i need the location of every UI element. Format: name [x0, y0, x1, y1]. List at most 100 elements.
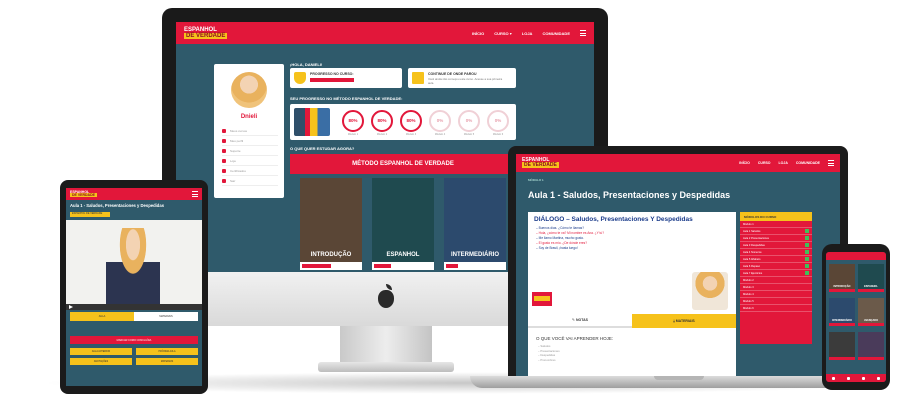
imac-stand: [340, 326, 432, 366]
phone-course-card[interactable]: INTRODUÇÃO: [829, 264, 855, 292]
courses-icon[interactable]: [847, 376, 850, 380]
check-icon: [805, 229, 809, 233]
phone-bottom-nav: [826, 374, 886, 382]
menu-icon[interactable]: [192, 191, 198, 197]
module-row[interactable]: Aula 3 Despedidas: [740, 242, 812, 249]
notes-button[interactable]: ANOTAÇÕES: [70, 358, 132, 365]
certificate-icon: [222, 168, 226, 173]
module-row[interactable]: Aula 1 Saludos: [740, 228, 812, 235]
profile-icon[interactable]: [877, 376, 880, 380]
profile-menu-item[interactable]: Meu perfil: [222, 136, 278, 146]
nav-comunidade[interactable]: COMUNIDADE: [542, 31, 570, 36]
menu-icon[interactable]: [580, 30, 586, 36]
module-row[interactable]: Módulo 6: [740, 305, 812, 312]
tab-materials[interactable]: MATERIAIS: [134, 312, 198, 321]
module-row-label: Módulo 2: [743, 278, 754, 282]
nav-loja[interactable]: LOJA: [779, 161, 788, 165]
module-row[interactable]: Módulo 4: [740, 291, 812, 298]
nav-curso[interactable]: CURSO ▾: [494, 31, 512, 36]
video-player[interactable]: DIÁLOGO – Saludos, Presentaciones Y Desp…: [528, 212, 736, 314]
course-card-title: ESPANHOL: [386, 252, 420, 258]
phone-course-card[interactable]: INTERMEDIÁRIO: [829, 298, 855, 326]
level-percent: 80%: [348, 118, 358, 123]
module-row[interactable]: Módulo 2: [740, 277, 812, 284]
check-icon: [805, 243, 809, 247]
level-label: Módulo 5: [463, 133, 475, 136]
module-row-label: Módulo 6: [743, 306, 754, 310]
video-controls[interactable]: [66, 304, 202, 310]
course-progress-box[interactable]: PROGRESSO NO CURSO:: [290, 68, 402, 88]
module-row-label: Módulo 1: [743, 222, 754, 226]
nav-inicio[interactable]: INÍCIO: [472, 31, 484, 36]
course-card-progress-fill: [446, 264, 458, 268]
phone-header: [826, 252, 886, 260]
course-card[interactable]: ESPANHOL: [372, 178, 434, 270]
module-row[interactable]: Módulo 3: [740, 284, 812, 291]
avatar[interactable]: [231, 72, 267, 108]
profile-menu-item[interactable]: Certificados: [222, 166, 278, 176]
dialog-lines: – Buenos días. ¿Cómo te llamas? – Hola, …: [536, 226, 604, 251]
continue-box[interactable]: CONTINUE DE ONDE PAROU Você ainda não co…: [408, 68, 516, 88]
course-card[interactable]: INTERMEDIÁRIO: [444, 178, 506, 270]
trophy-icon: [294, 72, 306, 84]
module-row[interactable]: Aula 7 Ejercicios: [740, 270, 812, 277]
course-card[interactable]: INTRODUÇÃO: [300, 178, 362, 270]
module-row-label: Aula 6 Repaso: [743, 264, 761, 268]
tab-aula[interactable]: AULA: [70, 312, 134, 321]
module-row[interactable]: Módulo 1: [740, 221, 812, 228]
books-image: [294, 108, 330, 136]
nav-comunidade[interactable]: COMUNIDADE: [796, 161, 820, 165]
dialog-line: – Soy de Brasil, ¡hasta luego!: [536, 246, 578, 250]
home-icon[interactable]: [832, 376, 835, 380]
level-label: Módulo 2: [376, 133, 388, 136]
phone-course-card[interactable]: [829, 332, 855, 360]
materials-button[interactable]: MATERIAIS: [136, 358, 198, 365]
level-percent: 0%: [465, 118, 473, 123]
profile-menu-item[interactable]: Sair: [222, 176, 278, 186]
progress-card: 80% Módulo 1 80% Módulo 2 80% Módulo 3 0% Módul…: [290, 104, 516, 140]
profile-menu-item[interactable]: Meus cursos: [222, 126, 278, 136]
tab-materials[interactable]: ⤓ MATERIAIS: [632, 314, 736, 328]
module-row[interactable]: Aula 4 Números: [740, 249, 812, 256]
next-lesson-button[interactable]: PRÓXIMA AULA: [136, 348, 198, 355]
nav-curso[interactable]: CURSO: [758, 161, 771, 165]
brand-logo[interactable]: ESPANHOL DE VERDADE: [184, 27, 228, 39]
phone-card-bar: [829, 289, 855, 292]
module-row-label: Aula 7 Ejercicios: [743, 271, 763, 275]
breadcrumb[interactable]: MÓDULO 1: [528, 178, 544, 182]
module-row[interactable]: Aula 5 Alfabeto: [740, 256, 812, 263]
learn-list: – Saludos – Presentaciones – Despedidas …: [538, 344, 560, 362]
tab-notes[interactable]: ✎ NOTAS: [528, 314, 632, 328]
profile-menu-item[interactable]: Suporte: [222, 146, 278, 156]
study-label: O QUE QUER ESTUDAR AGORA?: [290, 146, 355, 151]
play-icon[interactable]: [69, 305, 73, 309]
nav-loja[interactable]: LOJA: [522, 31, 533, 36]
store-icon[interactable]: [862, 376, 865, 380]
brand-logo[interactable]: ESPANHOL DE VERDADE: [70, 190, 97, 198]
brand-logo[interactable]: ESPANHOL DE VERDADE: [522, 158, 559, 168]
nav-inicio[interactable]: INÍCIO: [739, 161, 750, 165]
lesson-title: Aula 1 - Saludos, Presentaciones y Despe…: [528, 190, 731, 200]
phone-card-bar: [858, 357, 884, 360]
book-icon: [222, 128, 226, 133]
course-card-progress-fill: [374, 264, 392, 268]
prev-lesson-button[interactable]: AULA ANTERIOR: [70, 348, 132, 355]
user-icon: [222, 138, 226, 143]
tablet-strip: ESPANHOL DE VERDADE: [70, 212, 110, 217]
complete-button[interactable]: MARCAR COMO CONCLUÍDA: [70, 336, 198, 344]
module-row[interactable]: Módulo 5: [740, 298, 812, 305]
module-row[interactable]: Aula 2 Presentaciones: [740, 235, 812, 242]
teacher-image: [106, 228, 160, 304]
level-progress-ring: 0%: [487, 110, 509, 132]
profile-card: Dnieli Meus cursos Meu perfil Suporte Lo…: [214, 64, 284, 198]
help-icon: [222, 148, 226, 153]
phone-course-card[interactable]: AVANÇADO: [858, 298, 884, 326]
profile-menu-item[interactable]: Loja: [222, 156, 278, 166]
phone-course-card[interactable]: ESPANHOL: [858, 264, 884, 292]
menu-icon[interactable]: [828, 160, 834, 166]
module-row[interactable]: Aula 6 Repaso: [740, 263, 812, 270]
phone-card-bar: [858, 289, 884, 292]
level-progress-ring: 0%: [429, 110, 451, 132]
phone-course-card[interactable]: [858, 332, 884, 360]
course-card-title: INTRODUÇÃO: [310, 252, 352, 258]
